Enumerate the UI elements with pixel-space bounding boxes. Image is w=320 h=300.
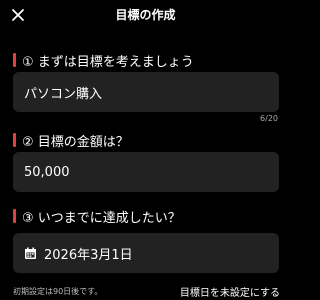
header: 目標の作成 [0,0,291,30]
accent-bar [13,53,16,67]
unset-deadline-button[interactable]: 目標日を未設定にする [180,284,280,299]
default-setting-note: 初期設定は90日後です。 [13,287,103,296]
goal-name-input[interactable]: パソコン購入 [13,72,279,112]
goal-create-screen: 目標の作成 ① まずは目標を考えましょう パソコン購入 6/20 ② 目標の金額… [0,0,291,300]
char-counter: 6/20 [260,114,278,123]
amount-value: 50,000 [24,164,70,180]
deadline-date-picker[interactable]: 2026年3月1日 [13,233,279,273]
accent-bar [13,133,16,147]
accent-bar [13,209,16,223]
page-title: 目標の作成 [115,8,176,22]
deadline-label-text: ③ いつまでに達成したい？ [22,210,181,226]
calendar-icon [25,247,36,259]
goal-name-value: パソコン購入 [24,86,103,102]
amount-input[interactable]: 50,000 [13,152,279,192]
amount-label-text: ② 目標の金額は？ [22,134,129,150]
goal-section-label: ① まずは目標を考えましょう [13,51,194,70]
amount-section-label: ② 目標の金額は？ [13,131,129,150]
deadline-date-value: 2026年3月1日 [44,247,133,263]
goal-label-text: ① まずは目標を考えましょう [22,54,194,70]
deadline-section-label: ③ いつまでに達成したい？ [13,207,181,226]
